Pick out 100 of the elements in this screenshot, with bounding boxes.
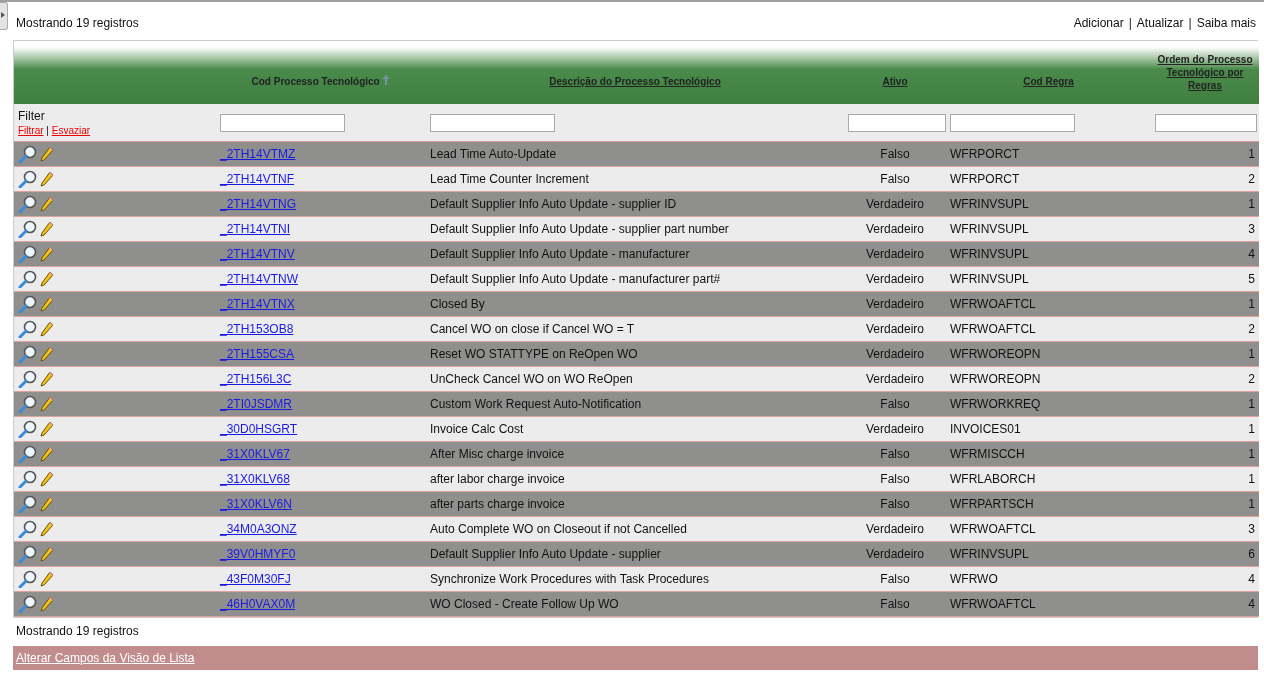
column-header-link[interactable]: Ativo	[882, 76, 908, 87]
magnifier-icon[interactable]	[18, 245, 38, 263]
pencil-icon[interactable]	[40, 346, 54, 362]
code-link[interactable]: _31X0KLV6N	[220, 497, 292, 511]
filter-field[interactable]	[950, 113, 1075, 132]
table-cell: Falso	[844, 391, 946, 417]
code-link[interactable]: _2TH14VTNV	[220, 247, 295, 261]
pencil-icon[interactable]	[40, 421, 54, 437]
code-link[interactable]: _43F0M30FJ	[220, 572, 291, 586]
pencil-icon[interactable]	[40, 521, 54, 537]
table-cell: Invoice Calc Cost	[426, 416, 844, 442]
table-cell: 1	[1151, 191, 1259, 217]
filter-field[interactable]	[430, 113, 555, 132]
code-link[interactable]: _2TH14VTNI	[220, 222, 291, 236]
table-cell: Verdadeiro	[844, 266, 946, 292]
pencil-icon[interactable]	[40, 396, 54, 412]
magnifier-icon[interactable]	[18, 195, 38, 213]
code-link[interactable]: _30D0HSGRT	[220, 422, 298, 436]
pencil-icon[interactable]	[40, 321, 54, 337]
magnifier-icon[interactable]	[18, 495, 38, 513]
table-cell: 4	[1151, 566, 1259, 592]
magnifier-icon[interactable]	[18, 145, 38, 163]
action-link[interactable]: Saiba mais	[1196, 16, 1256, 30]
triangle-icon[interactable]	[1, 12, 5, 18]
table-cell: 2	[1151, 166, 1259, 192]
table-cell: WFRINVSUPL	[946, 241, 1151, 267]
magnifier-icon[interactable]	[18, 420, 38, 438]
code-link[interactable]: _34M0A3ONZ	[220, 522, 297, 536]
pencil-icon[interactable]	[40, 246, 54, 262]
pencil-icon[interactable]	[40, 221, 54, 237]
table-cell: Synchronize Work Procedures with Task Procedures	[426, 566, 844, 592]
filter-link[interactable]: Filtrar	[18, 124, 44, 136]
code-link[interactable]: _31X0KLV67	[220, 447, 290, 461]
table-cell: WFRMISCCH	[946, 441, 1151, 467]
pencil-icon[interactable]	[40, 146, 54, 162]
table-cell: Falso	[844, 566, 946, 592]
table-cell: Default Supplier Info Auto Update - supplier	[426, 541, 844, 567]
column-header-link[interactable]: Cod Regra	[1023, 76, 1074, 87]
table-cell: Falso	[844, 141, 946, 167]
filter-field[interactable]	[220, 113, 345, 132]
table-cell: Verdadeiro	[844, 291, 946, 317]
code-link[interactable]: _46H0VAX0M	[220, 597, 296, 611]
table-cell: Auto Complete WO on Closeout if not Cancelled	[426, 516, 844, 542]
code-link[interactable]: _2TI0JSDMR	[220, 397, 293, 411]
separator: |	[1188, 16, 1192, 30]
magnifier-icon[interactable]	[18, 345, 38, 363]
table-cell: WFRINVSUPL	[946, 541, 1151, 567]
column-header[interactable]: Cod Processo Tecnológico	[251, 76, 380, 87]
table-cell: 1	[1151, 141, 1259, 167]
magnifier-icon[interactable]	[18, 595, 38, 613]
magnifier-icon[interactable]	[18, 270, 38, 288]
magnifier-icon[interactable]	[18, 520, 38, 538]
pencil-icon[interactable]	[40, 471, 54, 487]
table-cell: Custom Work Request Auto-Notification	[426, 391, 844, 417]
table-cell: WFRPORCT	[946, 166, 1151, 192]
code-link[interactable]: _2TH14VTNF	[220, 172, 295, 186]
magnifier-icon[interactable]	[18, 470, 38, 488]
pencil-icon[interactable]	[40, 271, 54, 287]
filter-field[interactable]	[1155, 113, 1257, 132]
code-link[interactable]: _31X0KLV68	[220, 472, 290, 486]
pencil-icon[interactable]	[40, 496, 54, 512]
magnifier-icon[interactable]	[18, 295, 38, 313]
table-cell: WO Closed - Create Follow Up WO	[426, 591, 844, 617]
magnifier-icon[interactable]	[18, 570, 38, 588]
table-cell: Default Supplier Info Auto Update - manufacturer part#	[426, 266, 844, 292]
table-cell: WFRINVSUPL	[946, 191, 1151, 217]
magnifier-icon[interactable]	[18, 395, 38, 413]
filter-link[interactable]: Esvaziar	[51, 124, 91, 136]
pencil-icon[interactable]	[40, 296, 54, 312]
code-link[interactable]: _2TH14VTNG	[220, 197, 297, 211]
table-cell: Closed By	[426, 291, 844, 317]
pencil-icon[interactable]	[40, 571, 54, 587]
column-header-link[interactable]: Descrição do Processo Tecnológico	[549, 76, 721, 87]
pencil-icon[interactable]	[40, 546, 54, 562]
magnifier-icon[interactable]	[18, 220, 38, 238]
pencil-icon[interactable]	[40, 171, 54, 187]
pencil-icon[interactable]	[40, 371, 54, 387]
change-list-fields-link[interactable]: Alterar Campos da Visão de Lista	[16, 651, 195, 665]
code-link[interactable]: _2TH155CSA	[220, 347, 295, 361]
action-link[interactable]: Adicionar	[1073, 16, 1124, 30]
action-link[interactable]: Atualizar	[1136, 16, 1184, 30]
code-link[interactable]: _39V0HMYF0	[220, 547, 296, 561]
magnifier-icon[interactable]	[18, 370, 38, 388]
code-link[interactable]: _2TH156L3C	[220, 372, 292, 386]
pencil-icon[interactable]	[40, 446, 54, 462]
table-cell: 2	[1151, 366, 1259, 392]
side-panel-toggle[interactable]	[0, 2, 8, 30]
magnifier-icon[interactable]	[18, 445, 38, 463]
pencil-icon[interactable]	[40, 196, 54, 212]
magnifier-icon[interactable]	[18, 320, 38, 338]
code-link[interactable]: _2TH14VTMZ	[220, 147, 296, 161]
table-cell: 5	[1151, 266, 1259, 292]
code-link[interactable]: _2TH14VTNX	[220, 297, 295, 311]
magnifier-icon[interactable]	[18, 170, 38, 188]
table-cell: Verdadeiro	[844, 366, 946, 392]
pencil-icon[interactable]	[40, 596, 54, 612]
code-link[interactable]: _2TH153OB8	[220, 322, 294, 336]
magnifier-icon[interactable]	[18, 545, 38, 563]
filter-field[interactable]	[848, 113, 946, 132]
table-cell: WFRWOAFTCL	[946, 516, 1151, 542]
